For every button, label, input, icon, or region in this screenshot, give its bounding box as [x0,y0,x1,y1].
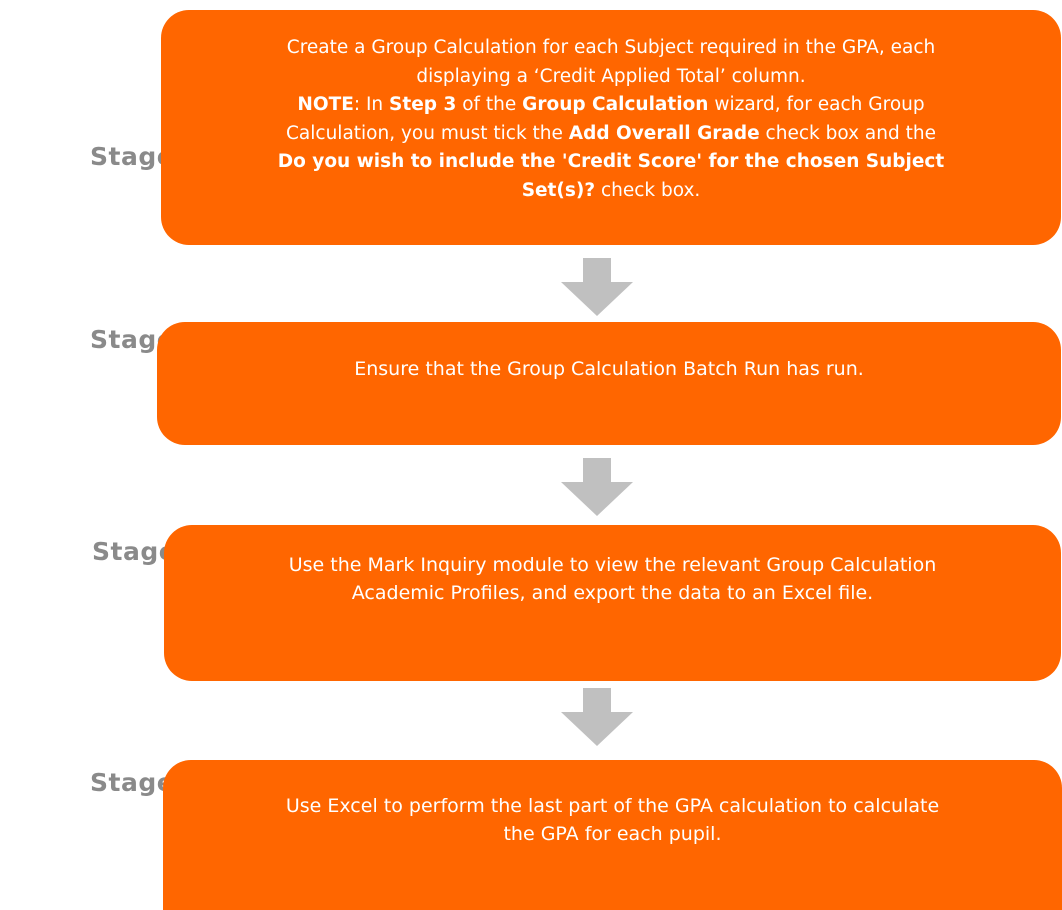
text-segment: Create a Group Calculation for each Subj… [286,37,936,58]
text-segment: Calculation, you must tick the [286,122,569,144]
stage-text-line: Create a Group Calculation for each Subj… [189,34,1033,63]
stage-1-box: Create a Group Calculation for each Subj… [161,10,1061,245]
text-segment: of the [456,94,523,115]
stage-text-line: displaying a ‘Credit Applied Total’ colu… [189,63,1033,92]
bold-text-segment: Group Calculation [522,94,709,115]
text-segment: Use Excel to perform the last part of th… [285,795,940,817]
text-segment: : In [353,94,390,115]
down-arrow-icon [561,258,633,316]
stage-2-box: Ensure that the Group Calculation Batch … [157,322,1061,445]
stage-text-line: Set(s)? check box. [189,177,1033,206]
stage-text-line: Calculation, you must tick the Add Overa… [189,120,1033,149]
stage-text-line: Academic Profiles, and export the data t… [192,579,1033,607]
stage-3-box: Use the Mark Inquiry module to view the … [164,525,1061,681]
text-segment: Use the Mark Inquiry module to view the … [288,554,937,576]
bold-text-segment: Step 3 [389,94,457,115]
text-segment: wizard, for each Group [708,94,925,115]
down-arrow-icon [561,458,633,516]
text-segment: check box. [595,179,701,201]
bold-text-segment: Add Overall Grade [568,122,760,144]
down-arrow-icon [561,688,633,746]
text-segment: check box and the [759,122,936,144]
stage-text-line: Do you wish to include the 'Credit Score… [189,148,1033,177]
text-segment: Academic Profiles, and export the data t… [351,582,874,604]
stage-text-line: NOTE: In Step 3 of the Group Calculation… [189,91,1033,120]
text-segment: Ensure that the Group Calculation Batch … [354,358,864,380]
bold-text-segment: Do you wish to include the 'Credit Score… [277,151,945,172]
bold-text-segment: Set(s)? [521,179,596,201]
text-segment: the GPA for each pupil. [503,823,722,845]
stage-text-line: Use Excel to perform the last part of th… [191,792,1034,820]
bold-text-segment: NOTE [297,94,354,115]
stage-text-line: the GPA for each pupil. [191,820,1034,848]
text-segment: displaying a ‘Credit Applied Total’ colu… [416,65,806,87]
stage-4-box: Use Excel to perform the last part of th… [163,760,1062,910]
stage-text-line: Ensure that the Group Calculation Batch … [185,355,1033,383]
stage-text-line: Use the Mark Inquiry module to view the … [192,551,1033,579]
